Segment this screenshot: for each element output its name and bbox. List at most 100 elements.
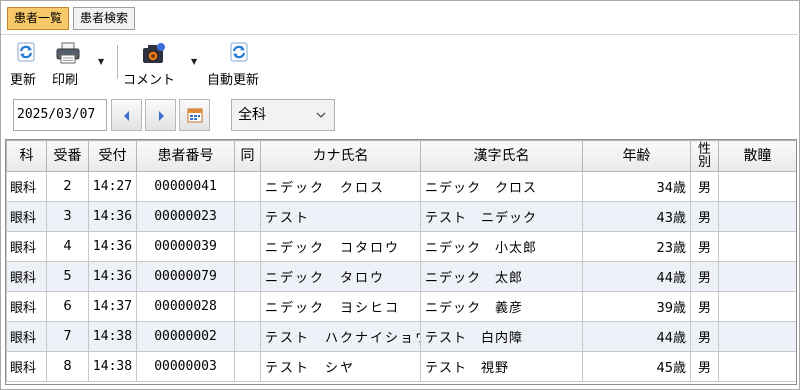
table-row[interactable]: 眼科 2 14:27 00000041 ニデック クロス ニデック クロス 34歳男 bbox=[6, 171, 796, 202]
chevron-left-icon bbox=[124, 111, 129, 121]
comment-camera-icon bbox=[143, 43, 165, 63]
toolbar-separator bbox=[117, 45, 118, 79]
cell-kanji-name: テスト 白内障 bbox=[420, 321, 583, 352]
cell-kanji-name: ニデック 小太郎 bbox=[420, 231, 583, 262]
cell-reception-time: 14:38 bbox=[88, 321, 137, 352]
cell-dept: 眼科 bbox=[6, 201, 47, 232]
tab-strip: 患者一覧 患者検索 bbox=[7, 7, 136, 30]
cell-reception-no: 3 bbox=[46, 201, 89, 232]
cell-mydriasis bbox=[718, 171, 796, 202]
department-select[interactable]: 全科 bbox=[231, 99, 335, 131]
cell-reception-time: 14:38 bbox=[88, 351, 137, 382]
cell-kana-name: ニデック クロス bbox=[260, 171, 421, 202]
tab-patient-list[interactable]: 患者一覧 bbox=[7, 7, 70, 30]
cell-kanji-name: ニデック クロス bbox=[420, 171, 583, 202]
cell-sex: 男 bbox=[690, 321, 719, 352]
cell-reception-time: 14:36 bbox=[88, 231, 137, 262]
cell-reception-time: 14:27 bbox=[88, 171, 137, 202]
cell-mydriasis bbox=[718, 261, 796, 292]
cell-kanji-name: ニデック 太郎 bbox=[420, 261, 583, 292]
cell-reception-no: 2 bbox=[46, 171, 89, 202]
print-button[interactable]: 印刷 bbox=[51, 41, 91, 88]
cell-mydriasis bbox=[718, 201, 796, 232]
comment-dropdown-icon[interactable]: ▼ bbox=[191, 57, 197, 66]
cell-kanji-name: テスト 視野 bbox=[420, 351, 583, 382]
cell-dept: 眼科 bbox=[6, 261, 47, 292]
printer-icon bbox=[56, 42, 80, 64]
refresh-button[interactable]: 更新 bbox=[9, 41, 41, 88]
cell-kana-name: ニデック ヨシヒコ bbox=[260, 291, 421, 322]
auto-refresh-label: 自動更新 bbox=[207, 73, 260, 88]
cell-patient-id: 00000003 bbox=[136, 351, 235, 382]
table-row[interactable]: 眼科 7 14:38 00000002 テスト ハクナイショウ テスト 白内障 44歳男 bbox=[6, 321, 796, 352]
auto-refresh-icon bbox=[230, 42, 248, 62]
col-header-kana-name[interactable]: カナ氏名 bbox=[260, 140, 421, 172]
date-field[interactable]: 2025/03/07 bbox=[13, 99, 107, 131]
col-header-reception-no[interactable]: 受番 bbox=[46, 140, 89, 172]
cell-kana-name: テスト シヤ bbox=[260, 351, 421, 382]
refresh-icon bbox=[17, 42, 35, 62]
calendar-button[interactable] bbox=[179, 99, 210, 131]
cell-patient-id: 00000023 bbox=[136, 201, 235, 232]
table-row[interactable]: 眼科 4 14:36 00000039 ニデック コタロウ ニデック 小太郎 23歳男 bbox=[6, 231, 796, 262]
cell-reception-no: 7 bbox=[46, 321, 89, 352]
cell-sex: 男 bbox=[690, 291, 719, 322]
cell-age: 34歳 bbox=[582, 171, 691, 202]
cell-mydriasis bbox=[718, 231, 796, 262]
col-header-same[interactable]: 同 bbox=[234, 140, 261, 172]
cell-patient-id: 00000079 bbox=[136, 261, 235, 292]
col-header-sex[interactable]: 性 別 bbox=[690, 140, 719, 172]
cell-kana-name: ニデック タロウ bbox=[260, 261, 421, 292]
print-dropdown-icon[interactable]: ▼ bbox=[98, 57, 104, 66]
cell-same bbox=[234, 201, 261, 232]
table-row[interactable]: 眼科 5 14:36 00000079 ニデック タロウ ニデック 太郎 44歳男 bbox=[6, 261, 796, 292]
cell-mydriasis bbox=[718, 291, 796, 322]
table-row[interactable]: 眼科 3 14:36 00000023 テスト テスト ニデック 43歳男 bbox=[6, 201, 796, 232]
cell-kanji-name: テスト ニデック bbox=[420, 201, 583, 232]
col-header-patient-id[interactable]: 患者番号 bbox=[136, 140, 235, 172]
cell-patient-id: 00000028 bbox=[136, 291, 235, 322]
cell-age: 44歳 bbox=[582, 321, 691, 352]
cell-dept: 眼科 bbox=[6, 291, 47, 322]
cell-dept: 眼科 bbox=[6, 351, 47, 382]
cell-reception-no: 6 bbox=[46, 291, 89, 322]
cell-kana-name: テスト ハクナイショウ bbox=[260, 321, 421, 352]
auto-refresh-button[interactable]: 自動更新 bbox=[206, 41, 268, 88]
cell-same bbox=[234, 321, 261, 352]
table-row[interactable]: 眼科 8 14:38 00000003 テスト シヤ テスト 視野 45歳男 bbox=[6, 351, 796, 382]
cell-same bbox=[234, 351, 261, 382]
cell-dept: 眼科 bbox=[6, 321, 47, 352]
cell-kana-name: テスト bbox=[260, 201, 421, 232]
cell-reception-no: 8 bbox=[46, 351, 89, 382]
table-row[interactable]: 眼科 6 14:37 00000028 ニデック ヨシヒコ ニデック 義彦 39歳男 bbox=[6, 291, 796, 322]
cell-reception-time: 14:36 bbox=[88, 201, 137, 232]
cell-age: 39歳 bbox=[582, 291, 691, 322]
comment-label: コメント bbox=[123, 73, 176, 88]
col-header-age[interactable]: 年齢 bbox=[582, 140, 691, 172]
cell-age: 44歳 bbox=[582, 261, 691, 292]
cell-reception-time: 14:37 bbox=[88, 291, 137, 322]
col-header-mydriasis[interactable]: 散瞳 bbox=[718, 140, 796, 172]
cell-reception-time: 14:36 bbox=[88, 261, 137, 292]
cell-same bbox=[234, 261, 261, 292]
cell-patient-id: 00000002 bbox=[136, 321, 235, 352]
cell-mydriasis bbox=[718, 321, 796, 352]
cell-reception-no: 4 bbox=[46, 231, 89, 262]
next-date-button[interactable] bbox=[145, 99, 176, 131]
calendar-icon bbox=[187, 108, 203, 123]
cell-sex: 男 bbox=[690, 261, 719, 292]
prev-date-button[interactable] bbox=[111, 99, 142, 131]
cell-reception-no: 5 bbox=[46, 261, 89, 292]
cell-mydriasis bbox=[718, 351, 796, 382]
tab-divider bbox=[1, 34, 800, 35]
chevron-down-icon bbox=[316, 112, 326, 118]
tab-patient-search[interactable]: 患者検索 bbox=[73, 7, 136, 30]
col-header-dept[interactable]: 科 bbox=[6, 140, 47, 172]
comment-button[interactable]: コメント bbox=[123, 41, 187, 88]
col-header-reception-time[interactable]: 受付 bbox=[88, 140, 137, 172]
col-header-kanji-name[interactable]: 漢字氏名 bbox=[420, 140, 583, 172]
cell-same bbox=[234, 171, 261, 202]
print-label: 印刷 bbox=[52, 73, 79, 88]
cell-patient-id: 00000039 bbox=[136, 231, 235, 262]
department-select-value: 全科 bbox=[238, 107, 266, 123]
